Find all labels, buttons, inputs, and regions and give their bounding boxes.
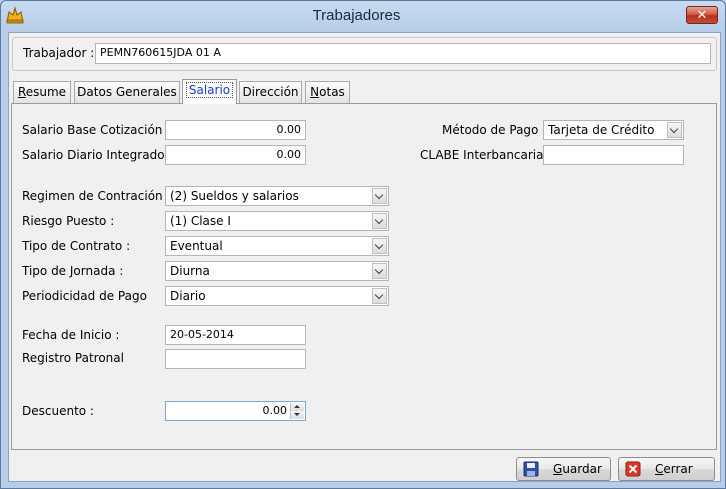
registro-patronal-input[interactable] <box>165 349 306 369</box>
tipo-jornada-select[interactable]: Diurna <box>165 261 389 281</box>
chevron-down-icon[interactable] <box>372 188 387 204</box>
tipo-contrato-label: Tipo de Contrato : <box>22 239 131 253</box>
tab-salario-label: Salario <box>185 82 234 98</box>
periodicidad-select[interactable]: Diario <box>165 286 389 306</box>
cerrar-rest: errar <box>663 462 693 476</box>
trabajador-group: Trabajador : PEMN760615JDA 01 A <box>12 37 717 71</box>
tab-notas-mnemonic: N <box>310 85 320 99</box>
riesgo-label: Riesgo Puesto : <box>22 214 115 228</box>
spin-down-icon[interactable] <box>291 411 304 419</box>
periodicidad-label: Periodicidad de Pago <box>22 289 147 303</box>
close-icon <box>625 461 641 477</box>
metodo-pago-label: Método de Pago : <box>442 123 547 137</box>
window-title: Trabajadores <box>312 7 401 24</box>
fecha-inicio-label: Fecha de Inicio : <box>22 328 120 342</box>
tab-resume-label: Resume <box>18 85 66 99</box>
trabajador-label: Trabajador : <box>23 46 95 60</box>
guardar-rest: uardar <box>562 462 602 476</box>
tab-notas-label: Notas <box>310 85 345 99</box>
clabe-input[interactable] <box>543 145 684 165</box>
periodicidad-value: Diario <box>170 289 206 303</box>
salario-base-label: Salario Base Cotización : <box>22 123 171 137</box>
tipo-jornada-label: Tipo de Jornada : <box>22 264 124 278</box>
tipo-contrato-select[interactable]: Eventual <box>165 236 389 256</box>
tab-datos-generales[interactable]: Datos Generales <box>74 81 180 103</box>
registro-patronal-label: Registro Patronal <box>22 351 124 365</box>
spin-up-icon[interactable] <box>291 403 304 411</box>
salario-diario-label: Salario Diario Integrado <box>22 148 165 162</box>
guardar-label: Guardar <box>553 458 602 480</box>
metodo-pago-value: Tarjeta de Crédito <box>548 123 655 137</box>
window: Trabajadores ✕ Trabajador : PEMN760615JD… <box>0 0 726 489</box>
descuento-label: Descuento : <box>22 404 94 418</box>
metodo-pago-select[interactable]: Tarjeta de Crédito <box>543 120 684 140</box>
guardar-button[interactable]: Guardar <box>516 457 611 481</box>
tab-notas[interactable]: Notas <box>305 81 350 103</box>
guardar-mnemonic: G <box>553 462 563 476</box>
save-icon <box>523 461 539 477</box>
fecha-inicio-input[interactable]: 20-05-2014 <box>165 325 306 345</box>
tab-direccion-label: Dirección <box>242 85 299 99</box>
window-close-button[interactable]: ✕ <box>686 6 718 24</box>
chevron-down-icon[interactable] <box>372 213 387 229</box>
chevron-down-icon[interactable] <box>372 238 387 254</box>
chevron-down-icon[interactable] <box>667 122 682 138</box>
cerrar-label: Cerrar <box>655 458 693 480</box>
salario-tab-panel: Salario Base Cotización : 0.00 Salario D… <box>11 103 717 450</box>
riesgo-select[interactable]: (1) Clase I <box>165 211 389 231</box>
clabe-label: CLABE Interbancaria : <box>420 148 552 162</box>
cerrar-button[interactable]: Cerrar <box>618 457 715 481</box>
chevron-down-icon[interactable] <box>372 263 387 279</box>
tab-resume[interactable]: Resume <box>13 81 71 103</box>
descuento-stepper[interactable]: 0.00 <box>165 401 306 421</box>
regimen-value: (2) Sueldos y salarios <box>170 189 299 203</box>
trabajador-field[interactable]: PEMN760615JDA 01 A <box>95 43 711 64</box>
chevron-down-icon[interactable] <box>372 288 387 304</box>
tab-resume-mnemonic: R <box>17 85 26 99</box>
riesgo-value: (1) Clase I <box>170 214 231 228</box>
tab-datos-generales-label: Datos Generales <box>77 85 177 99</box>
close-x-icon: ✕ <box>696 8 708 23</box>
tipo-contrato-value: Eventual <box>170 239 223 253</box>
tab-salario[interactable]: Salario <box>182 79 237 104</box>
title-bar[interactable]: Trabajadores ✕ <box>1 1 725 31</box>
salario-base-input[interactable]: 0.00 <box>165 120 306 140</box>
tab-notas-rest: otas <box>319 85 345 99</box>
regimen-label: Regimen de Contración : <box>22 189 171 203</box>
tab-direccion[interactable]: Dirección <box>239 81 302 103</box>
spinner[interactable] <box>290 403 304 419</box>
tipo-jornada-value: Diurna <box>170 264 210 278</box>
descuento-value: 0.00 <box>262 404 288 417</box>
tab-resume-rest: esume <box>25 85 67 99</box>
regimen-select[interactable]: (2) Sueldos y salarios <box>165 186 389 206</box>
salario-diario-input[interactable]: 0.00 <box>165 145 306 165</box>
form-client-area: Trabajador : PEMN760615JDA 01 A Resume D… <box>8 32 721 482</box>
